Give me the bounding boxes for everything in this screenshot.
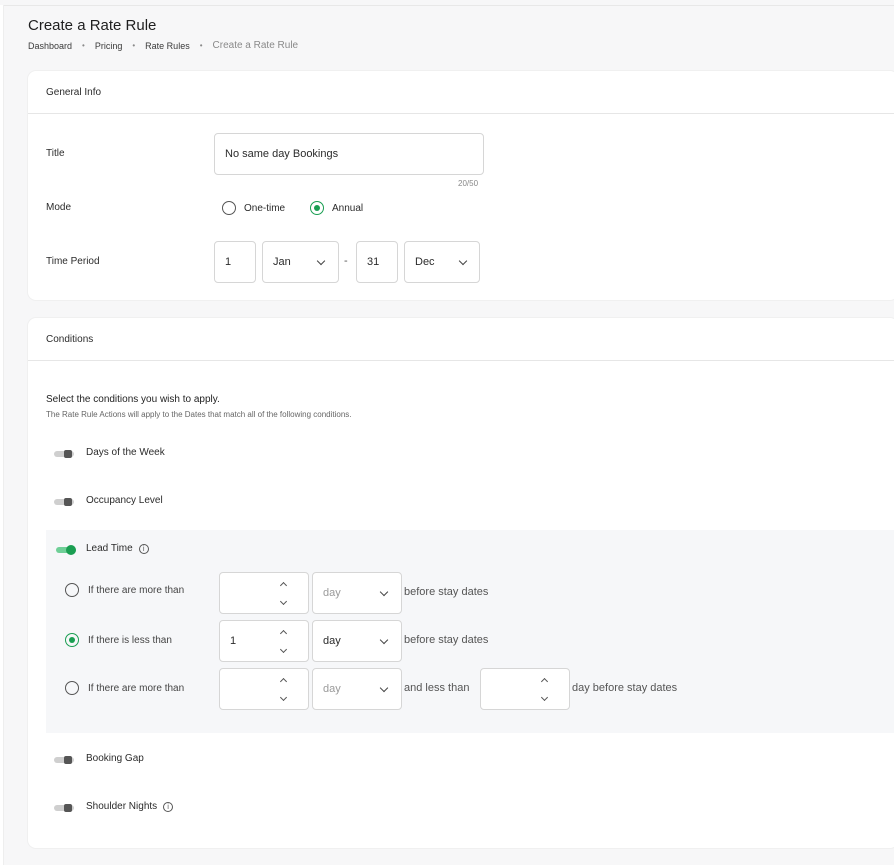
period-end-month-value: Dec [415,256,435,268]
lead-option-3-middle: and less than [404,682,470,694]
conditions-intro: Select the conditions you wish to apply. [46,394,220,405]
lead-option-1-label: If there are more than [88,584,185,596]
period-end-day-value: 31 [367,256,380,268]
lead-option-1-radio[interactable] [65,583,79,597]
mode-option-annual[interactable]: Annual [310,201,363,215]
chevron-down-icon [316,256,326,266]
breadcrumb-separator: • [82,41,85,50]
breadcrumb-separator: • [132,41,136,50]
breadcrumb: Dashboard • Pricing • Rate Rules • Creat… [28,40,298,51]
title-input[interactable]: No same day Bookings [214,133,484,175]
chevron-up-icon[interactable] [279,629,288,638]
lead-option-2-label: If there is less than [88,634,172,646]
lead-option-2-radio[interactable] [65,633,79,647]
chevron-down-icon[interactable] [540,693,549,702]
period-end-month-select[interactable]: Dec [404,241,480,283]
mode-annual-label: Annual [332,202,364,214]
info-icon[interactable]: i [138,543,149,554]
breadcrumb-separator: • [199,41,203,50]
lead-option-2-unit: day [323,635,341,647]
chevron-down-icon [379,635,389,645]
chevron-up-icon[interactable] [279,677,288,686]
conditions-header: Conditions [28,318,894,361]
mode-one-time-label: One-time [244,202,286,214]
lead-option-2-after: before stay dates [404,634,489,646]
lead-option-1-unit: day [323,587,341,599]
lead-option-1-after: before stay dates [404,586,489,598]
shoulder-nights-label-wrap: Shoulder Nights i [86,801,174,812]
chevron-down-icon[interactable] [279,645,288,654]
general-info-header: General Info [28,71,894,114]
occupancy-level-toggle[interactable] [52,496,74,508]
general-info-card: General Info Title No same day Bookings … [28,71,894,300]
lead-time-label-wrap: Lead Time i [86,543,149,554]
conditions-subtext: The Rate Rule Actions will apply to the … [46,410,352,419]
lead-option-3-label: If there are more than [88,682,185,694]
mode-one-time-radio[interactable] [222,201,236,215]
lead-option-2[interactable]: If there is less than [65,633,172,647]
topbar-divider [0,5,894,6]
period-start-day-input[interactable]: 1 [214,241,256,283]
breadcrumb-dashboard[interactable]: Dashboard [28,41,72,51]
shoulder-nights-label: Shoulder Nights [86,801,158,812]
period-start-day-value: 1 [225,256,232,268]
lead-option-1[interactable]: If there are more than [65,583,184,597]
lead-time-toggle[interactable] [54,544,76,556]
period-start-month-select[interactable]: Jan [262,241,339,283]
lead-option-3-radio[interactable] [65,681,79,695]
chevron-up-icon[interactable] [540,677,549,686]
booking-gap-toggle[interactable] [52,754,74,766]
lead-option-3-after: day before stay dates [572,682,678,694]
chevron-down-icon [458,256,468,266]
booking-gap-label: Booking Gap [86,753,144,764]
occupancy-level-label: Occupancy Level [86,495,163,506]
conditions-card: Conditions Select the conditions you wis… [28,318,894,848]
time-period-label: Time Period [46,256,100,267]
breadcrumb-pricing[interactable]: Pricing [95,41,123,51]
lead-option-1-value-stepper[interactable] [219,572,309,614]
days-of-week-label: Days of the Week [86,447,165,458]
chevron-up-icon[interactable] [279,581,288,590]
lead-time-panel [46,530,894,733]
lead-option-3-unit: day [323,683,341,695]
lead-option-2-value: 1 [230,635,237,647]
mode-label: Mode [46,202,72,213]
chevron-down-icon[interactable] [279,693,288,702]
period-separator: - [344,255,348,267]
info-icon[interactable]: i [163,801,174,812]
chevron-down-icon [379,587,389,597]
days-of-week-toggle[interactable] [52,448,74,460]
chevron-down-icon[interactable] [279,597,288,606]
mode-option-one-time[interactable]: One-time [222,201,285,215]
lead-option-3-unit-select[interactable]: day [312,668,402,710]
lead-option-3-value-stepper[interactable] [219,668,309,710]
lead-option-2-unit-select[interactable]: day [312,620,402,662]
lead-option-3[interactable]: If there are more than [65,681,184,695]
period-end-day-input[interactable]: 31 [356,241,398,283]
lead-option-2-value-stepper[interactable]: 1 [219,620,309,662]
title-label: Title [46,148,65,159]
title-input-value: No same day Bookings [225,148,339,160]
lead-time-label: Lead Time [86,543,133,554]
lead-option-3-value2-stepper[interactable] [480,668,570,710]
title-char-counter: 20/50 [458,179,479,188]
page-title: Create a Rate Rule [28,17,157,34]
period-start-month-value: Jan [273,256,291,268]
breadcrumb-current: Create a Rate Rule [212,40,299,51]
chevron-down-icon [379,683,389,693]
lead-option-1-unit-select[interactable]: day [312,572,402,614]
mode-annual-radio[interactable] [310,201,324,215]
breadcrumb-rate-rules[interactable]: Rate Rules [145,41,190,51]
shoulder-nights-toggle[interactable] [52,802,74,814]
sidebar-edge [0,5,4,865]
